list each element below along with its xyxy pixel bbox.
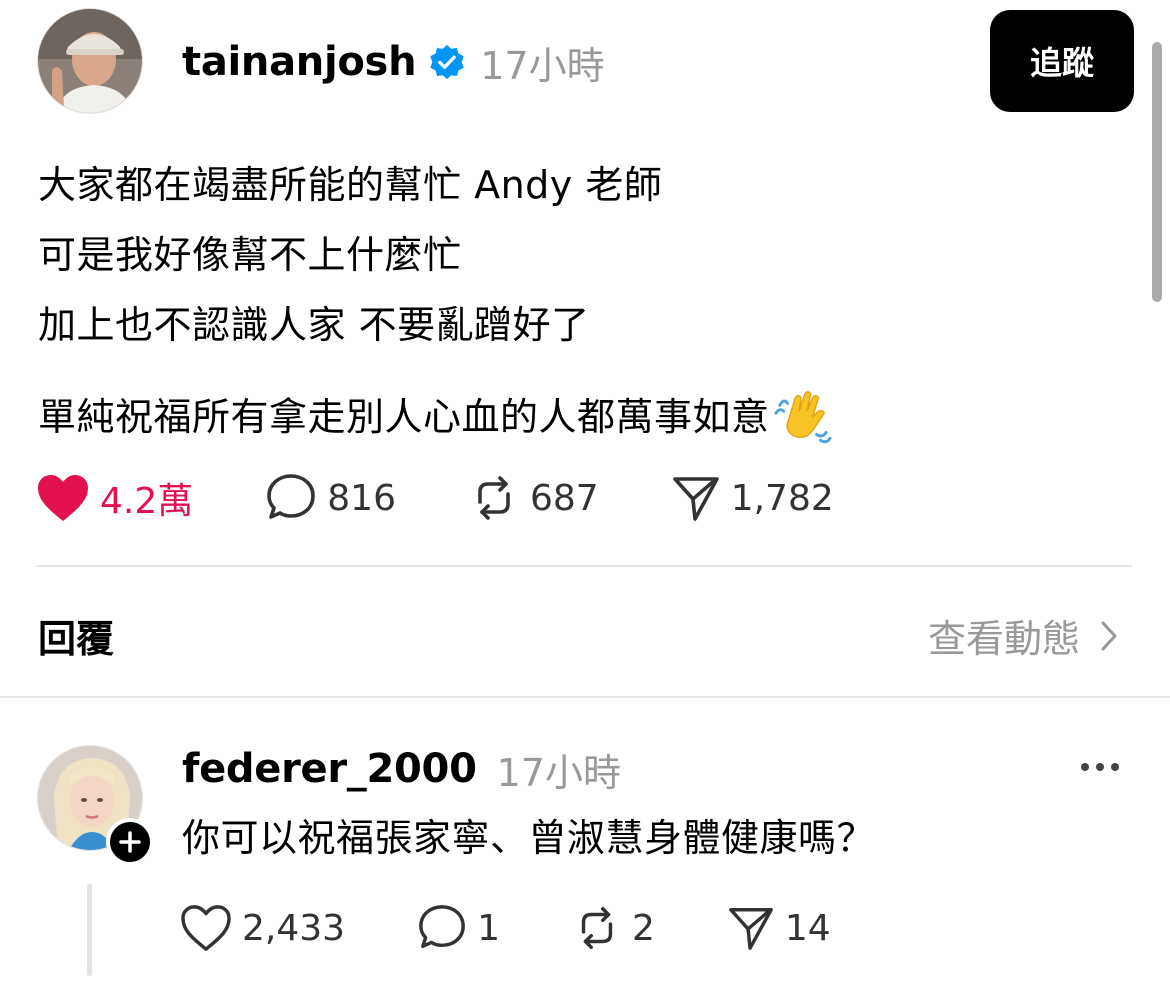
reply-share-button[interactable]: 14 bbox=[727, 904, 831, 952]
reply-like-count: 2,433 bbox=[242, 907, 346, 949]
post-text-line: 單純祝福所有拿走別人心血的人都萬事如意 bbox=[38, 395, 770, 439]
repost-count: 687 bbox=[529, 477, 599, 519]
follow-plus-button[interactable] bbox=[106, 818, 154, 866]
share-button[interactable]: 1,782 bbox=[671, 473, 834, 523]
threads-post-page: tainanjosh 17小時 追蹤 大家都在竭盡所能的幫忙 Andy 老師 可… bbox=[0, 0, 1170, 992]
share-count: 1,782 bbox=[730, 477, 834, 519]
like-button[interactable]: 4.2萬 bbox=[36, 472, 193, 524]
waving-hand-icon bbox=[773, 391, 832, 444]
repost-icon bbox=[478, 476, 510, 520]
more-options-icon[interactable] bbox=[1080, 760, 1120, 774]
scrollbar[interactable] bbox=[1152, 42, 1162, 302]
send-icon bbox=[672, 477, 719, 521]
comment-icon bbox=[419, 905, 465, 948]
reply-username[interactable]: federer_2000 bbox=[182, 746, 477, 792]
divider bbox=[0, 696, 1170, 698]
post-header: tainanjosh 17小時 bbox=[182, 36, 605, 88]
follow-button[interactable]: 追蹤 bbox=[990, 10, 1134, 112]
like-count: 4.2萬 bbox=[100, 481, 194, 522]
view-activity-link[interactable]: 查看動態 bbox=[928, 608, 1118, 663]
replies-heading: 回覆 bbox=[38, 617, 115, 661]
heart-filled-icon bbox=[38, 475, 88, 521]
comment-icon bbox=[267, 474, 316, 519]
reply-timestamp: 17小時 bbox=[496, 750, 621, 795]
post-actions: 4.2萬 816 687 1,782 bbox=[36, 470, 834, 526]
reply-actions: 2,433 1 2 14 bbox=[180, 900, 831, 956]
send-icon bbox=[728, 908, 773, 950]
divider bbox=[36, 565, 1132, 567]
post-text-line: 大家都在竭盡所能的幫忙 Andy 老師 bbox=[38, 163, 663, 207]
reply-header: federer_2000 17小時 bbox=[182, 744, 621, 795]
reply-comment-count: 1 bbox=[477, 907, 500, 949]
reply-text: 你可以祝福張家寧、曾淑慧身體健康嗎？ bbox=[182, 816, 876, 860]
reply-share-count: 14 bbox=[784, 907, 831, 949]
author-avatar[interactable] bbox=[37, 8, 143, 114]
post-body: 大家都在竭盡所能的幫忙 Andy 老師 可是我好像幫不上什麼忙 加上也不認識人家… bbox=[38, 150, 1138, 452]
post-text-line: 可是我好像幫不上什麼忙 bbox=[38, 233, 462, 277]
chevron-right-icon bbox=[1101, 621, 1117, 650]
heart-outline-icon bbox=[181, 905, 231, 951]
repost-icon bbox=[581, 907, 613, 949]
reply-like-button[interactable]: 2,433 bbox=[180, 904, 345, 952]
plus-icon bbox=[119, 831, 141, 853]
reply-repost-count: 2 bbox=[631, 907, 655, 949]
comment-count: 816 bbox=[327, 477, 396, 519]
view-activity-label: 查看動態 bbox=[927, 617, 1080, 661]
thread-line bbox=[87, 884, 92, 976]
comment-button[interactable]: 816 bbox=[265, 472, 396, 524]
repost-button[interactable]: 687 bbox=[468, 472, 599, 524]
reply-repost-button[interactable]: 2 bbox=[572, 903, 655, 953]
verified-badge-icon bbox=[430, 44, 464, 80]
author-username[interactable]: tainanjosh bbox=[182, 39, 417, 85]
post-text-line: 加上也不認識人家 不要亂蹭好了 bbox=[38, 303, 590, 347]
reply-comment-button[interactable]: 1 bbox=[417, 903, 500, 953]
post-timestamp: 17小時 bbox=[480, 43, 605, 88]
